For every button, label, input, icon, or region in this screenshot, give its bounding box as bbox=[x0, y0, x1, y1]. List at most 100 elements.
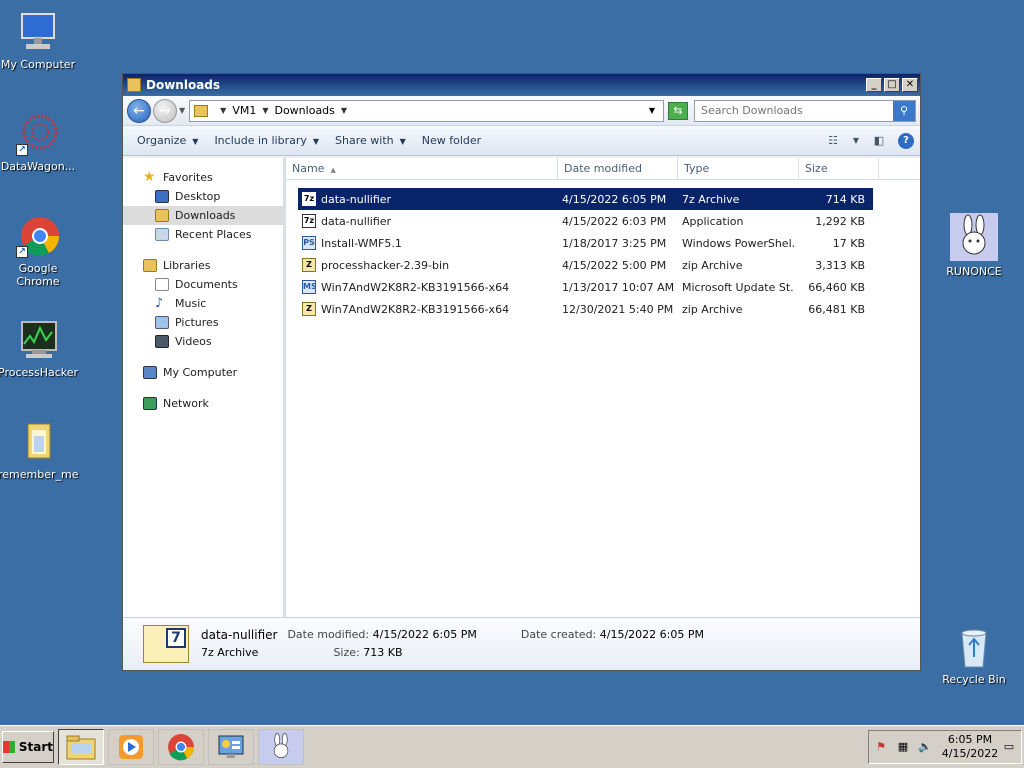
chevron-down-icon: ▼ bbox=[312, 137, 320, 146]
new-folder-button[interactable]: New folder bbox=[414, 130, 489, 151]
nav-item-libraries[interactable]: Libraries bbox=[123, 256, 283, 275]
address-history-dropdown[interactable]: ▼ bbox=[641, 106, 663, 115]
volume-icon[interactable]: 🔈 bbox=[917, 740, 933, 754]
share-with-button[interactable]: Share with ▼ bbox=[327, 130, 414, 151]
windows-update-icon: MS bbox=[302, 280, 317, 294]
nav-item-downloads[interactable]: Downloads bbox=[123, 206, 283, 225]
file-row[interactable]: 7z data-nullifier 4/15/2022 6:03 PM Appli… bbox=[298, 210, 873, 232]
chevron-right-icon[interactable]: ▼ bbox=[262, 106, 268, 115]
nav-item-documents[interactable]: Documents bbox=[123, 275, 283, 294]
search-icon[interactable]: ⚲ bbox=[893, 100, 915, 121]
chrome-icon bbox=[168, 734, 194, 761]
search-input[interactable] bbox=[701, 104, 893, 117]
start-button[interactable]: Start bbox=[2, 731, 54, 763]
nav-item-my-computer[interactable]: My Computer bbox=[123, 363, 283, 382]
show-desktop-icon[interactable]: ▭ bbox=[1001, 740, 1017, 754]
back-button[interactable]: ← bbox=[127, 98, 151, 123]
pictures-icon bbox=[155, 316, 169, 329]
column-header-name[interactable]: Name ▲ bbox=[286, 158, 558, 179]
downloads-folder-icon bbox=[155, 209, 169, 222]
desktop-icon-runonce[interactable]: RUNONCE bbox=[934, 213, 1014, 278]
desktop-icon-label: My Computer bbox=[0, 58, 76, 71]
processhacker-icon bbox=[16, 318, 60, 362]
desktop-icon-datawagon[interactable]: ↗ DataWagon... bbox=[0, 112, 78, 173]
file-row[interactable]: MS Win7AndW2K8R2-KB3191566-x64 1/13/2017 … bbox=[298, 276, 873, 298]
forward-button[interactable]: → bbox=[153, 98, 177, 123]
minimize-button[interactable]: _ bbox=[866, 78, 882, 92]
organize-button[interactable]: Organize ▼ bbox=[129, 130, 206, 151]
desktop-icon-processhacker[interactable]: ProcessHacker bbox=[0, 318, 78, 379]
breadcrumb-downloads[interactable]: Downloads bbox=[274, 104, 334, 117]
recent-pages-dropdown[interactable]: ▼ bbox=[179, 106, 185, 115]
help-icon[interactable]: ? bbox=[898, 132, 914, 149]
view-options-dropdown[interactable]: ▼ bbox=[850, 132, 862, 150]
address-bar[interactable]: ▼ VM1 ▼ Downloads ▼ ▼ bbox=[189, 99, 664, 122]
desktop-icon-remember-me[interactable]: remember_me bbox=[0, 420, 79, 481]
chevron-down-icon: ▼ bbox=[192, 137, 199, 146]
sort-ascending-icon: ▲ bbox=[330, 166, 336, 174]
taskbar-runonce[interactable] bbox=[258, 729, 304, 765]
search-box[interactable]: ⚲ bbox=[694, 99, 916, 122]
file-row[interactable]: Zprocesshacker-2.39-bin 4/15/2022 5:00 P… bbox=[298, 254, 873, 276]
details-file-type: 7z Archive bbox=[201, 646, 259, 659]
network-icon bbox=[143, 397, 157, 410]
powershell-script-icon: PS bbox=[302, 236, 316, 250]
clock[interactable]: 6:05 PM 4/15/2022 bbox=[939, 733, 1001, 761]
nav-item-pictures[interactable]: Pictures bbox=[123, 313, 283, 332]
nav-item-favorites[interactable]: ★ Favorites bbox=[123, 168, 283, 187]
refresh-button[interactable]: ⇆ bbox=[668, 101, 688, 120]
desktop-icon-my-computer[interactable]: My Computer bbox=[0, 10, 78, 71]
desktop-icon-label: Recycle Bin bbox=[942, 673, 1006, 686]
nav-item-desktop[interactable]: Desktop bbox=[123, 187, 283, 206]
preview-pane-icon[interactable]: ◧ bbox=[868, 132, 890, 150]
taskbar-control-panel[interactable] bbox=[208, 729, 254, 765]
nav-item-network[interactable]: Network bbox=[123, 394, 283, 413]
chrome-icon: ↗ bbox=[16, 214, 60, 258]
taskbar-media-player[interactable] bbox=[108, 729, 154, 765]
explorer-window[interactable]: Downloads _ □ ✕ ← → ▼ ▼ VM1 ▼ Downloads … bbox=[122, 73, 921, 671]
computer-icon bbox=[143, 366, 157, 379]
taskbar-explorer[interactable] bbox=[58, 729, 104, 765]
desktop-icon-google-chrome[interactable]: ↗ Google Chrome bbox=[0, 214, 78, 288]
action-center-flag-icon[interactable]: ⚑ bbox=[873, 740, 889, 754]
7z-archive-icon: 7 bbox=[143, 625, 189, 663]
desktop-icon-label: remember_me bbox=[0, 468, 79, 481]
datawagon-icon: ↗ bbox=[16, 112, 60, 156]
chevron-right-icon[interactable]: ▼ bbox=[341, 106, 347, 115]
details-modified-value: 4/15/2022 6:05 PM bbox=[372, 628, 477, 641]
folder-icon bbox=[16, 420, 60, 464]
network-icon[interactable]: ▦ bbox=[895, 740, 911, 754]
nav-item-recent-places[interactable]: Recent Places bbox=[123, 225, 283, 244]
include-in-library-button[interactable]: Include in library ▼ bbox=[206, 130, 327, 151]
windows-logo-icon bbox=[3, 741, 15, 753]
desktop-icon-label: DataWagon... bbox=[0, 160, 76, 173]
column-header-type[interactable]: Type bbox=[678, 158, 799, 179]
maximize-button[interactable]: □ bbox=[884, 78, 900, 92]
computer-icon bbox=[16, 10, 60, 54]
chevron-down-icon: ▼ bbox=[399, 137, 406, 146]
change-view-icon[interactable]: ☷ bbox=[822, 132, 844, 150]
taskbar-chrome[interactable] bbox=[158, 729, 204, 765]
recent-places-icon bbox=[155, 228, 169, 241]
window-titlebar[interactable]: Downloads _ □ ✕ bbox=[123, 74, 920, 96]
file-row[interactable]: Z Win7AndW2K8R2-KB3191566-x64 12/30/2021 … bbox=[298, 298, 873, 320]
nav-item-music[interactable]: ♪ Music bbox=[123, 294, 283, 313]
close-button[interactable]: ✕ bbox=[902, 78, 918, 92]
desktop-icon-label: Google Chrome bbox=[16, 262, 60, 288]
libraries-icon bbox=[143, 259, 157, 272]
column-header-date[interactable]: Date modified bbox=[558, 158, 678, 179]
file-row[interactable]: PS Install-WMF5.1 1/18/2017 3:25 PM Windo… bbox=[298, 232, 873, 254]
file-row[interactable]: 7z data-nullifier 4/15/2022 6:05 PM 7z Ar… bbox=[298, 188, 873, 210]
chevron-right-icon[interactable]: ▼ bbox=[220, 106, 226, 115]
rabbit-icon bbox=[273, 732, 289, 758]
nav-item-videos[interactable]: Videos bbox=[123, 332, 283, 351]
column-header-size[interactable]: Size bbox=[799, 158, 879, 179]
desktop-icon-recycle-bin[interactable]: Recycle Bin bbox=[934, 625, 1014, 686]
star-icon: ★ bbox=[143, 169, 156, 185]
breadcrumb-vm1[interactable]: VM1 bbox=[232, 104, 256, 117]
videos-icon bbox=[155, 335, 169, 348]
desktop-icon-label: ProcessHacker bbox=[0, 366, 79, 379]
details-file-name: data-nullifier bbox=[201, 628, 278, 642]
navigation-pane[interactable]: ★ Favorites Desktop Downloads Recent Pla… bbox=[123, 158, 284, 617]
file-list[interactable]: Name ▲ Date modified Type Size 7z data-nul… bbox=[284, 158, 920, 617]
